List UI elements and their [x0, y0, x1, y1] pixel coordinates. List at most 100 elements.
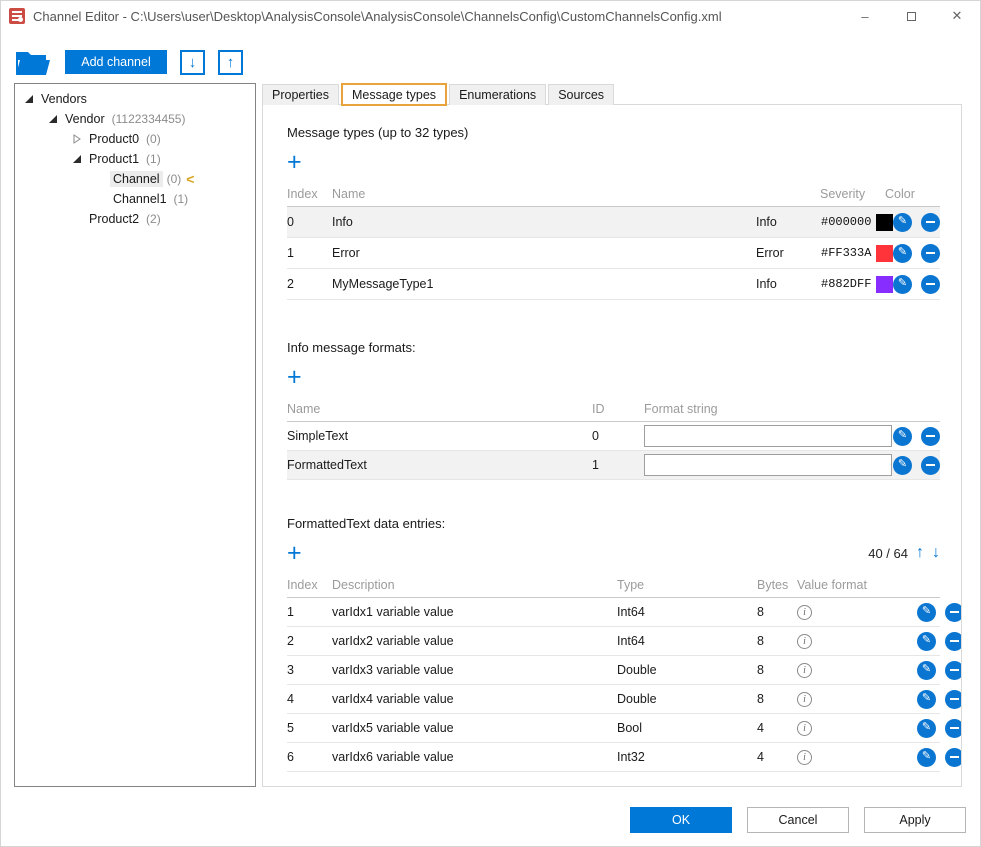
col-header-index: Index [287, 578, 332, 592]
color-swatch[interactable] [876, 245, 893, 262]
format-string-input[interactable] [644, 425, 892, 447]
arrow-up-icon: ↑ [227, 54, 235, 71]
minus-icon [950, 698, 959, 700]
edit-button[interactable]: ✎ [893, 427, 912, 446]
remove-button[interactable] [921, 275, 940, 294]
cell-name: Error [332, 246, 756, 260]
add-format-button[interactable]: + [287, 366, 309, 388]
tree-item-product0[interactable]: Product0 (0) [15, 129, 255, 149]
edit-button[interactable]: ✎ [893, 275, 912, 294]
channel-editor-window: Channel Editor - C:\Users\user\Desktop\A… [0, 0, 981, 847]
minus-icon [950, 669, 959, 671]
message-type-row[interactable]: 2 MyMessageType1 Info #882DFF ✎ [287, 269, 940, 300]
edit-button[interactable]: ✎ [893, 213, 912, 232]
data-entry-row[interactable]: 5 varIdx5 variable value Bool 4 i ✎ [287, 714, 940, 743]
tree-item-vendors[interactable]: Vendors [15, 89, 255, 109]
edit-button[interactable]: ✎ [917, 661, 936, 680]
tree-item-count: (2) [146, 212, 161, 226]
remove-button[interactable] [921, 213, 940, 232]
cell-type: Bool [617, 721, 757, 735]
edit-button[interactable]: ✎ [917, 632, 936, 651]
tab-enumerations[interactable]: Enumerations [449, 84, 546, 105]
tree-item-product1[interactable]: Product1 (1) [15, 149, 255, 169]
tree-item-product2[interactable]: Product2 (2) [15, 209, 255, 229]
minimize-button[interactable]: – [842, 1, 888, 31]
format-row[interactable]: SimpleText 0 ✎ [287, 422, 940, 451]
format-row[interactable]: FormattedText 1 ✎ [287, 451, 940, 480]
edit-button[interactable]: ✎ [917, 603, 936, 622]
value-format-info-icon[interactable]: i [797, 721, 812, 736]
data-entries-section-title: FormattedText data entries: [287, 516, 940, 531]
remove-button[interactable] [945, 719, 962, 738]
tab-sources[interactable]: Sources [548, 84, 614, 105]
remove-button[interactable] [921, 456, 940, 475]
remove-button[interactable] [945, 603, 962, 622]
tab-properties[interactable]: Properties [262, 84, 339, 105]
value-format-info-icon[interactable]: i [797, 663, 812, 678]
ok-button[interactable]: OK [630, 807, 732, 833]
move-entry-up-button[interactable]: ↑ [916, 544, 924, 562]
tree-item-count: (0) [146, 132, 161, 146]
remove-button[interactable] [945, 661, 962, 680]
data-entry-row[interactable]: 2 varIdx2 variable value Int64 8 i ✎ [287, 627, 940, 656]
edit-button[interactable]: ✎ [917, 748, 936, 767]
remove-button[interactable] [945, 748, 962, 767]
color-swatch[interactable] [876, 214, 893, 231]
tree-item-channel[interactable]: Channel (0) < [15, 169, 255, 189]
app-icon [9, 8, 25, 24]
apply-button[interactable]: Apply [864, 807, 966, 833]
expander-collapsed-icon[interactable] [72, 134, 82, 144]
cell-bytes: 8 [757, 692, 797, 706]
data-entry-row[interactable]: 6 varIdx6 variable value Int32 4 i ✎ [287, 743, 940, 772]
expander-expanded-icon[interactable] [24, 94, 34, 104]
move-down-button[interactable]: ↓ [180, 50, 205, 75]
add-data-entry-button[interactable]: + [287, 542, 309, 564]
edit-button[interactable]: ✎ [917, 690, 936, 709]
cell-color-hex: #882DFF [821, 277, 876, 291]
add-channel-button[interactable]: Add channel [65, 50, 167, 74]
cancel-button[interactable]: Cancel [747, 807, 849, 833]
pencil-icon: ✎ [922, 693, 931, 704]
color-swatch[interactable] [876, 276, 893, 293]
cell-name: FormattedText [287, 458, 592, 472]
move-up-button[interactable]: ↑ [218, 50, 243, 75]
tree-item-vendor[interactable]: Vendor (1122334455) [15, 109, 255, 129]
maximize-button[interactable] [888, 1, 934, 31]
value-format-info-icon[interactable]: i [797, 634, 812, 649]
open-file-button[interactable] [15, 49, 51, 76]
format-string-input[interactable] [644, 454, 892, 476]
value-format-info-icon[interactable]: i [797, 750, 812, 765]
message-types-section-title: Message types (up to 32 types) [287, 125, 940, 140]
add-message-type-button[interactable]: + [287, 151, 309, 173]
edit-button[interactable]: ✎ [893, 244, 912, 263]
edit-button[interactable]: ✎ [893, 456, 912, 475]
col-header-name: Name [332, 187, 820, 201]
cell-color-hex: #000000 [821, 215, 876, 229]
cell-name: Info [332, 215, 756, 229]
message-type-row[interactable]: 1 Error Error #FF333A ✎ [287, 238, 940, 269]
remove-button[interactable] [945, 632, 962, 651]
close-button[interactable]: ✕ [934, 1, 980, 31]
move-entry-down-button[interactable]: ↓ [932, 544, 940, 562]
remove-button[interactable] [945, 690, 962, 709]
value-format-info-icon[interactable]: i [797, 692, 812, 707]
cell-description: varIdx5 variable value [332, 721, 617, 735]
pencil-icon: ✎ [922, 635, 931, 646]
cell-id: 0 [592, 429, 644, 443]
folder-icon [15, 49, 51, 76]
cell-bytes: 8 [757, 634, 797, 648]
tree-item-channel1[interactable]: Channel1 (1) [15, 189, 255, 209]
remove-button[interactable] [921, 244, 940, 263]
data-entry-row[interactable]: 1 varIdx1 variable value Int64 8 i ✎ [287, 598, 940, 627]
edit-button[interactable]: ✎ [917, 719, 936, 738]
minus-icon [926, 221, 935, 223]
expander-expanded-icon[interactable] [48, 114, 58, 124]
message-type-row[interactable]: 0 Info Info #000000 ✎ [287, 207, 940, 238]
pencil-icon: ✎ [898, 216, 907, 227]
value-format-info-icon[interactable]: i [797, 605, 812, 620]
data-entry-row[interactable]: 3 varIdx3 variable value Double 8 i ✎ [287, 656, 940, 685]
data-entry-row[interactable]: 4 varIdx4 variable value Double 8 i ✎ [287, 685, 940, 714]
tab-message-types[interactable]: Message types [341, 83, 447, 106]
remove-button[interactable] [921, 427, 940, 446]
expander-expanded-icon[interactable] [72, 154, 82, 164]
